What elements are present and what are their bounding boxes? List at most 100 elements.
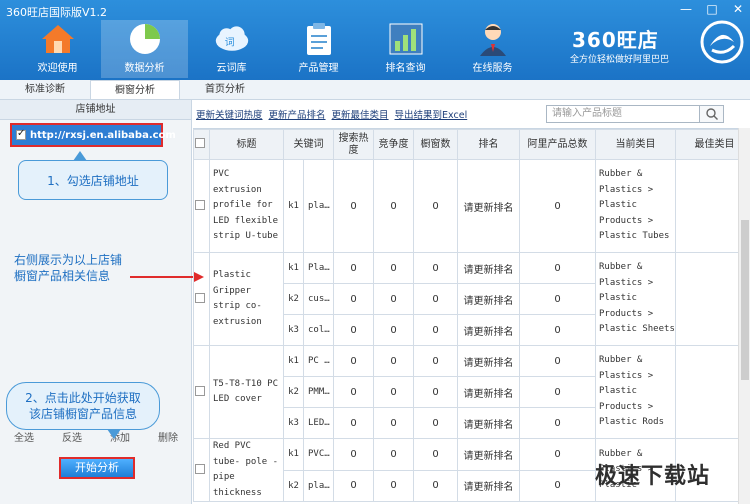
update-product-rank-link[interactable]: 更新产品排名 (269, 107, 326, 121)
minimize-button[interactable]: — (678, 2, 694, 16)
search-icon[interactable] (699, 105, 724, 123)
tip-right-side-info: 右侧展示为以上店铺 橱窗产品相关信息 (14, 252, 122, 284)
tip-line: 橱窗产品相关信息 (14, 269, 111, 283)
current-category: Rubber & Plastics > Plastic Products > P… (595, 345, 676, 439)
product-title: Red PVC tube- pole - pipe thickness (209, 438, 284, 502)
competition: 0 (373, 376, 414, 408)
best-category (675, 159, 738, 253)
row-checkbox[interactable] (193, 252, 210, 346)
maximize-button[interactable]: □ (704, 2, 720, 16)
ali-total: 0 (519, 314, 596, 346)
store-checkbox[interactable] (16, 128, 26, 140)
col-header-search-heat[interactable]: 搜索热度 (333, 129, 374, 160)
action-links: 更新关键词热度 更新产品排名 更新最佳类目 导出结果到Excel (196, 107, 467, 121)
rank: 请更新排名 (457, 252, 520, 284)
col-header-competition[interactable]: 竞争度 (373, 129, 414, 160)
keyword-index: k1 (283, 159, 304, 253)
table-row[interactable]: T5-T8-T10 PC LED cover k1 PC … 0 0 0 请更新… (193, 345, 738, 439)
search-heat: 0 (333, 252, 374, 284)
keyword-text: pla… (303, 159, 334, 253)
tip-callout-select-store: 1、勾选店铺地址 (18, 151, 168, 200)
keyword-index: k1 (283, 438, 304, 471)
keyword-text: PC … (303, 345, 334, 377)
invert-select-link[interactable]: 反选 (62, 429, 82, 444)
cloud-icon: 词 (214, 22, 250, 56)
toolbar-wordlib-button[interactable]: 词 云词库 (188, 20, 275, 78)
keyword-index: k3 (283, 407, 304, 439)
row-checkbox[interactable] (193, 345, 210, 439)
search-heat: 0 (333, 469, 374, 502)
search-heat: 0 (333, 345, 374, 377)
store-url: http://rxsj.en.alibaba.com (30, 129, 176, 141)
tab-standard-diagnosis[interactable]: 标准诊断 (0, 80, 90, 99)
store-list-item[interactable]: http://rxsj.en.alibaba.com (10, 123, 176, 147)
tab-window-analysis[interactable]: 橱窗分析 (90, 80, 180, 99)
toolbar-welcome-button[interactable]: 欢迎使用 (14, 20, 101, 78)
update-best-category-link[interactable]: 更新最佳类目 (332, 107, 389, 121)
product-search-input[interactable]: 请输入产品标题 (546, 105, 724, 123)
update-keyword-heat-link[interactable]: 更新关键词热度 (196, 107, 263, 121)
ali-total: 0 (519, 407, 596, 439)
ali-total: 0 (519, 283, 596, 315)
competition: 0 (373, 438, 414, 471)
window-count: 0 (413, 407, 458, 439)
keyword-text: Pla… (303, 252, 334, 284)
competition: 0 (373, 283, 414, 315)
search-heat: 0 (333, 407, 374, 439)
table-row[interactable]: PVC extrusion profile for LED flexible s… (193, 159, 738, 253)
keyword-text: pla… (303, 469, 334, 502)
row-checkbox[interactable] (193, 159, 210, 253)
select-all-checkbox[interactable] (193, 129, 210, 160)
table-row[interactable]: Plastic Gripper strip co-extrusion k1 Pl… (193, 252, 738, 346)
col-header-title[interactable]: 标题 (209, 129, 284, 160)
vertical-scrollbar[interactable] (738, 128, 750, 504)
col-header-current-category[interactable]: 当前类目 (595, 129, 676, 160)
col-header-rank[interactable]: 排名 (457, 129, 520, 160)
brand-name: 360旺店 (572, 28, 659, 52)
window-count: 0 (413, 159, 458, 253)
toolbar-label: 欢迎使用 (37, 63, 78, 74)
best-category (675, 345, 738, 439)
toolbar-rank-button[interactable]: 排名查询 (362, 20, 449, 78)
table-header-row: 标题 关键词 搜索热度 竞争度 橱窗数 排名 阿里产品总数 当前类目 最佳类目 (193, 129, 738, 160)
product-title: Plastic Gripper strip co-extrusion (209, 252, 284, 346)
clipboard-icon (301, 22, 337, 56)
home-icon (40, 22, 76, 56)
toolbar-product-button[interactable]: 产品管理 (275, 20, 362, 78)
competition: 0 (373, 252, 414, 284)
svg-text:词: 词 (224, 36, 234, 48)
close-button[interactable]: ✕ (730, 2, 746, 16)
sub-tab-bar: 标准诊断 橱窗分析 首页分析 (0, 80, 750, 100)
export-excel-link[interactable]: 导出结果到Excel (395, 107, 468, 121)
toolbar-label: 排名查询 (385, 63, 426, 74)
current-category: Rubber & Plastics > Plastic Products > P… (595, 252, 676, 346)
toolbar-label: 产品管理 (298, 63, 339, 74)
tip-line: 该店铺橱窗产品信息 (28, 407, 137, 421)
col-header-window-count[interactable]: 橱窗数 (413, 129, 458, 160)
competition: 0 (373, 469, 414, 502)
tab-homepage-analysis[interactable]: 首页分析 (180, 80, 270, 99)
ali-total: 0 (519, 469, 596, 502)
col-header-ali-total[interactable]: 阿里产品总数 (519, 129, 596, 160)
scrollbar-thumb[interactable] (741, 220, 749, 380)
start-analysis-button[interactable]: 开始分析 (59, 457, 135, 479)
brand-logo: 360旺店 全方位轻松做好阿里巴巴 (566, 18, 746, 68)
best-category (675, 252, 738, 346)
toolbar-analysis-button[interactable]: 数据分析 (101, 20, 188, 78)
competition: 0 (373, 314, 414, 346)
keyword-text: LED… (303, 407, 334, 439)
col-header-best-category[interactable]: 最佳类目 (675, 129, 738, 160)
select-all-link[interactable]: 全选 (14, 429, 34, 444)
delete-store-link[interactable]: 删除 (158, 429, 178, 444)
keyword-text: col… (303, 314, 334, 346)
col-header-keyword[interactable]: 关键词 (283, 129, 334, 160)
window-count: 0 (413, 345, 458, 377)
toolbar-area: 360旺店国际版V1.2 — □ ✕ 欢迎使用 数据分析 词 云词库 产品管理 … (0, 0, 750, 80)
keyword-index: k1 (283, 345, 304, 377)
window-count: 0 (413, 376, 458, 408)
window-count: 0 (413, 314, 458, 346)
window-count: 0 (413, 469, 458, 502)
tip-callout-start: 2、点击此处开始获取 该店铺橱窗产品信息 (6, 382, 160, 439)
toolbar-service-button[interactable]: 在线服务 (449, 20, 536, 78)
row-checkbox[interactable] (193, 438, 210, 502)
